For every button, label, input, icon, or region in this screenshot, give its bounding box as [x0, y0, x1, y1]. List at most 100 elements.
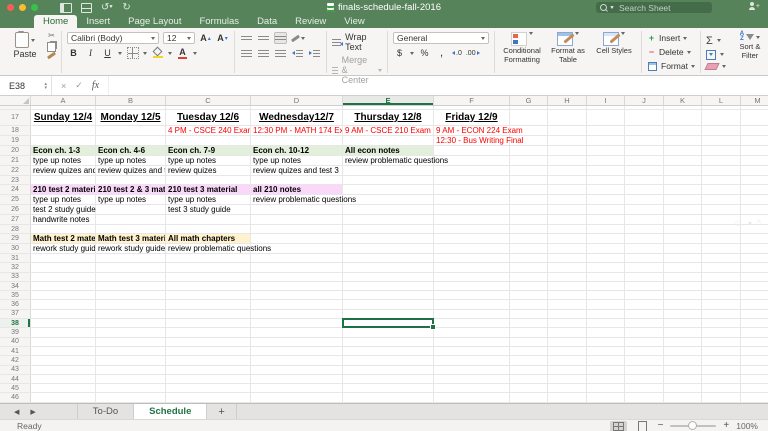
cell-K17[interactable] — [664, 110, 702, 125]
cell-A19[interactable] — [31, 136, 96, 145]
cell-H28[interactable] — [548, 225, 587, 233]
cell-F46[interactable] — [434, 393, 510, 401]
cell-K37[interactable] — [664, 310, 702, 318]
row-header-23[interactable]: 23 — [0, 176, 31, 184]
cell-H26[interactable] — [548, 205, 587, 214]
cell-E28[interactable] — [343, 225, 434, 233]
column-header-K[interactable]: K — [664, 96, 702, 105]
cell-A46[interactable] — [31, 393, 96, 401]
cell-I39[interactable] — [587, 328, 625, 336]
cell-G37[interactable] — [510, 310, 548, 318]
cell-A30[interactable]: rework study guide — [31, 244, 96, 253]
cell-D19[interactable] — [251, 136, 343, 145]
cell-D35[interactable] — [251, 291, 343, 299]
cell-I38[interactable] — [587, 319, 625, 327]
cell-H41[interactable] — [548, 347, 587, 355]
cell-B25[interactable]: type up notes — [96, 195, 166, 204]
cell-I36[interactable] — [587, 300, 625, 308]
cell-H32[interactable] — [548, 263, 587, 271]
cell-E18[interactable]: 9 AM - CSCE 210 Exam — [343, 126, 434, 135]
cell-D16[interactable] — [251, 106, 343, 109]
save-icon[interactable] — [81, 3, 92, 13]
cell-H36[interactable] — [548, 300, 587, 308]
name-box-stepper[interactable]: ▴▾ — [44, 82, 47, 90]
cell-A44[interactable] — [31, 375, 96, 383]
cell-J38[interactable] — [625, 319, 664, 327]
cell-C36[interactable] — [166, 300, 251, 308]
align-center-button[interactable] — [257, 47, 270, 59]
cell-D42[interactable] — [251, 356, 343, 364]
cell-J36[interactable] — [625, 300, 664, 308]
cell-C18[interactable]: 4 PM - CSCE 240 Exam — [166, 126, 251, 135]
row-header-39[interactable]: 39 — [0, 328, 31, 336]
cell-H23[interactable] — [548, 176, 587, 184]
cell-E31[interactable] — [343, 254, 434, 262]
cell-H22[interactable] — [548, 166, 587, 175]
cell-G39[interactable] — [510, 328, 548, 336]
cell-A26[interactable]: test 2 study guide — [31, 205, 96, 214]
cell-K26[interactable] — [664, 205, 702, 214]
row-header-31[interactable]: 31 — [0, 254, 31, 262]
cell-E26[interactable] — [343, 205, 434, 214]
cell-G17[interactable] — [510, 110, 548, 125]
cell-C17[interactable]: Tuesday 12/6 — [166, 110, 251, 125]
cell-C27[interactable] — [166, 215, 251, 224]
cell-B23[interactable] — [96, 176, 166, 184]
cell-F36[interactable] — [434, 300, 510, 308]
name-box[interactable]: E38 ▴▾ — [0, 76, 52, 95]
cell-H40[interactable] — [548, 338, 587, 346]
format-cells-button[interactable]: Format — [647, 61, 695, 72]
cell-C19[interactable] — [166, 136, 251, 145]
cell-J37[interactable] — [625, 310, 664, 318]
cell-J41[interactable] — [625, 347, 664, 355]
cell-J21[interactable] — [625, 156, 664, 165]
cell-J45[interactable] — [625, 384, 664, 392]
borders-button[interactable] — [126, 47, 139, 59]
cell-H24[interactable] — [548, 185, 587, 194]
cell-C38[interactable] — [166, 319, 251, 327]
cell-B33[interactable] — [96, 273, 166, 281]
cell-D40[interactable] — [251, 338, 343, 346]
cell-C40[interactable] — [166, 338, 251, 346]
cell-F39[interactable] — [434, 328, 510, 336]
cell-D39[interactable] — [251, 328, 343, 336]
autosum-button[interactable]: Σ — [706, 35, 726, 47]
cell-A27[interactable]: handwrite notes — [31, 215, 96, 224]
cell-F23[interactable] — [434, 176, 510, 184]
cell-C44[interactable] — [166, 375, 251, 383]
cell-E16[interactable] — [343, 106, 434, 109]
row-header-25[interactable]: 25 — [0, 195, 31, 204]
column-header-E[interactable]: E — [343, 96, 434, 105]
cell-C29[interactable]: All math chapters — [166, 234, 251, 243]
cell-D24[interactable]: all 210 notes — [251, 185, 343, 194]
cell-B43[interactable] — [96, 366, 166, 374]
cell-B44[interactable] — [96, 375, 166, 383]
cell-E22[interactable] — [343, 166, 434, 175]
cell-E32[interactable] — [343, 263, 434, 271]
cell-A35[interactable] — [31, 291, 96, 299]
cell-G33[interactable] — [510, 273, 548, 281]
feedback-smiley-icon[interactable]: ☺ — [734, 218, 743, 228]
cell-K31[interactable] — [664, 254, 702, 262]
sheet-tab-to-do[interactable]: To-Do — [77, 404, 134, 419]
row-header-37[interactable]: 37 — [0, 310, 31, 318]
cell-G34[interactable] — [510, 282, 548, 290]
column-header-I[interactable]: I — [587, 96, 625, 105]
cell-J28[interactable] — [625, 225, 664, 233]
row-header-38[interactable]: 38 — [0, 319, 31, 327]
cell-F20[interactable] — [434, 146, 510, 155]
cell-I45[interactable] — [587, 384, 625, 392]
cell-A34[interactable] — [31, 282, 96, 290]
cell-B20[interactable]: Econ ch. 4-6 — [96, 146, 166, 155]
cell-E45[interactable] — [343, 384, 434, 392]
cell-F17[interactable]: Friday 12/9 — [434, 110, 510, 125]
cell-H18[interactable] — [548, 126, 587, 135]
cell-A45[interactable] — [31, 384, 96, 392]
cell-C45[interactable] — [166, 384, 251, 392]
cell-F35[interactable] — [434, 291, 510, 299]
cell-K43[interactable] — [664, 366, 702, 374]
cell-A40[interactable] — [31, 338, 96, 346]
cell-C30[interactable]: review problematic questions — [166, 244, 251, 253]
cell-E19[interactable] — [343, 136, 434, 145]
cell-D20[interactable]: Econ ch. 10-12 — [251, 146, 343, 155]
